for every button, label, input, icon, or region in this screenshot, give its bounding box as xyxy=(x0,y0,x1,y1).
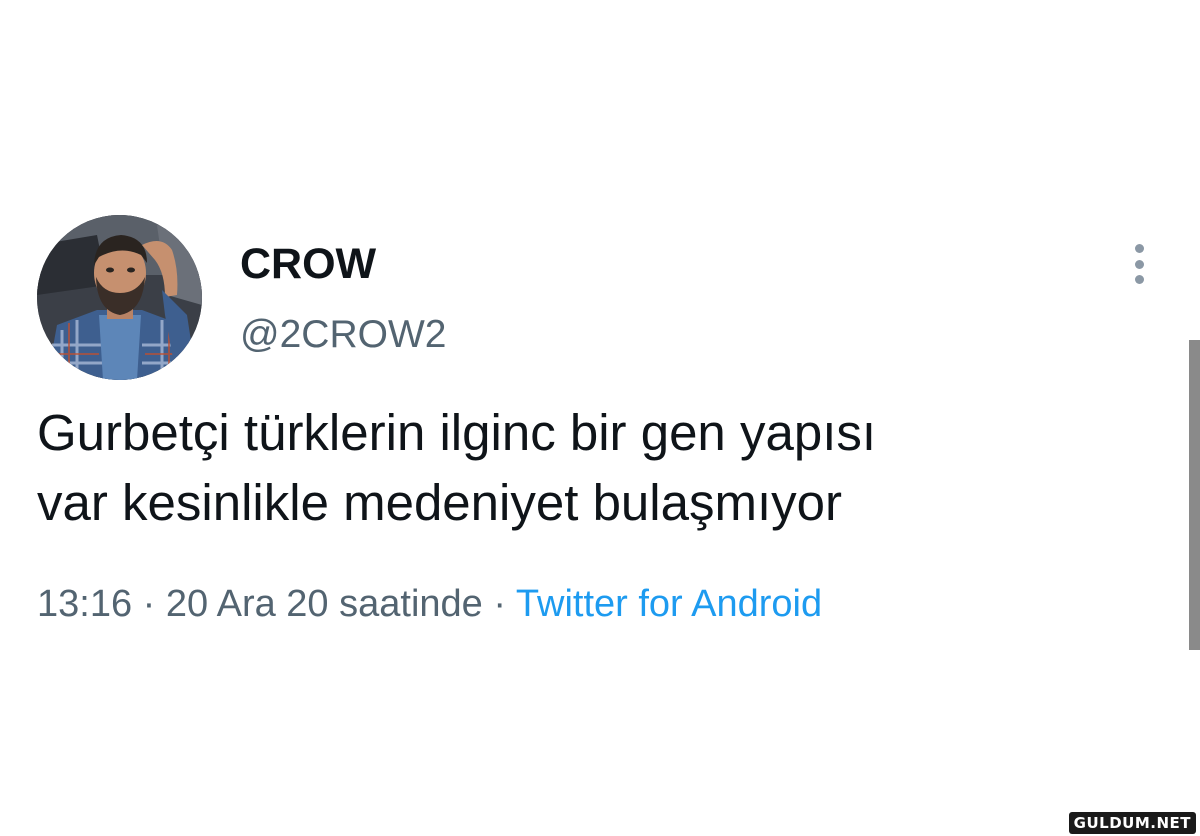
scrollbar[interactable] xyxy=(1189,340,1200,650)
more-dot xyxy=(1134,244,1144,253)
avatar[interactable] xyxy=(37,215,202,380)
tweet-metadata: 13:16 · 20 Ara 20 saatinde · Twitter for… xyxy=(37,580,822,628)
more-dot xyxy=(1134,259,1144,269)
watermark-logo: GULDUM.NET xyxy=(1068,812,1196,834)
meta-separator: · xyxy=(493,583,507,625)
more-vertical-icon[interactable] xyxy=(1122,240,1156,288)
tweet-time[interactable]: 13:16 xyxy=(37,583,132,625)
tweet-source-link[interactable]: Twitter for Android xyxy=(516,583,822,625)
user-handle[interactable]: @2CROW2 xyxy=(240,310,446,360)
tweet-text-line: Gurbetçi türklerin ilginc bir gen yapısı xyxy=(37,404,877,461)
display-name[interactable]: CROW xyxy=(240,237,376,291)
tweet-text: Gurbetçi türklerin ilginc bir gen yapısı… xyxy=(37,398,1167,538)
tweet-text-line: var kesinlikle medeniyet bulaşmıyor xyxy=(37,474,842,531)
more-dot xyxy=(1134,275,1144,284)
tweet-date[interactable]: 20 Ara 20 saatinde xyxy=(166,583,483,625)
tweet-screenshot: CROW @2CROW2 Gurbetçi türklerin ilginc b… xyxy=(0,0,1200,836)
meta-separator: · xyxy=(142,583,156,625)
profile-photo-avatar xyxy=(37,215,202,380)
